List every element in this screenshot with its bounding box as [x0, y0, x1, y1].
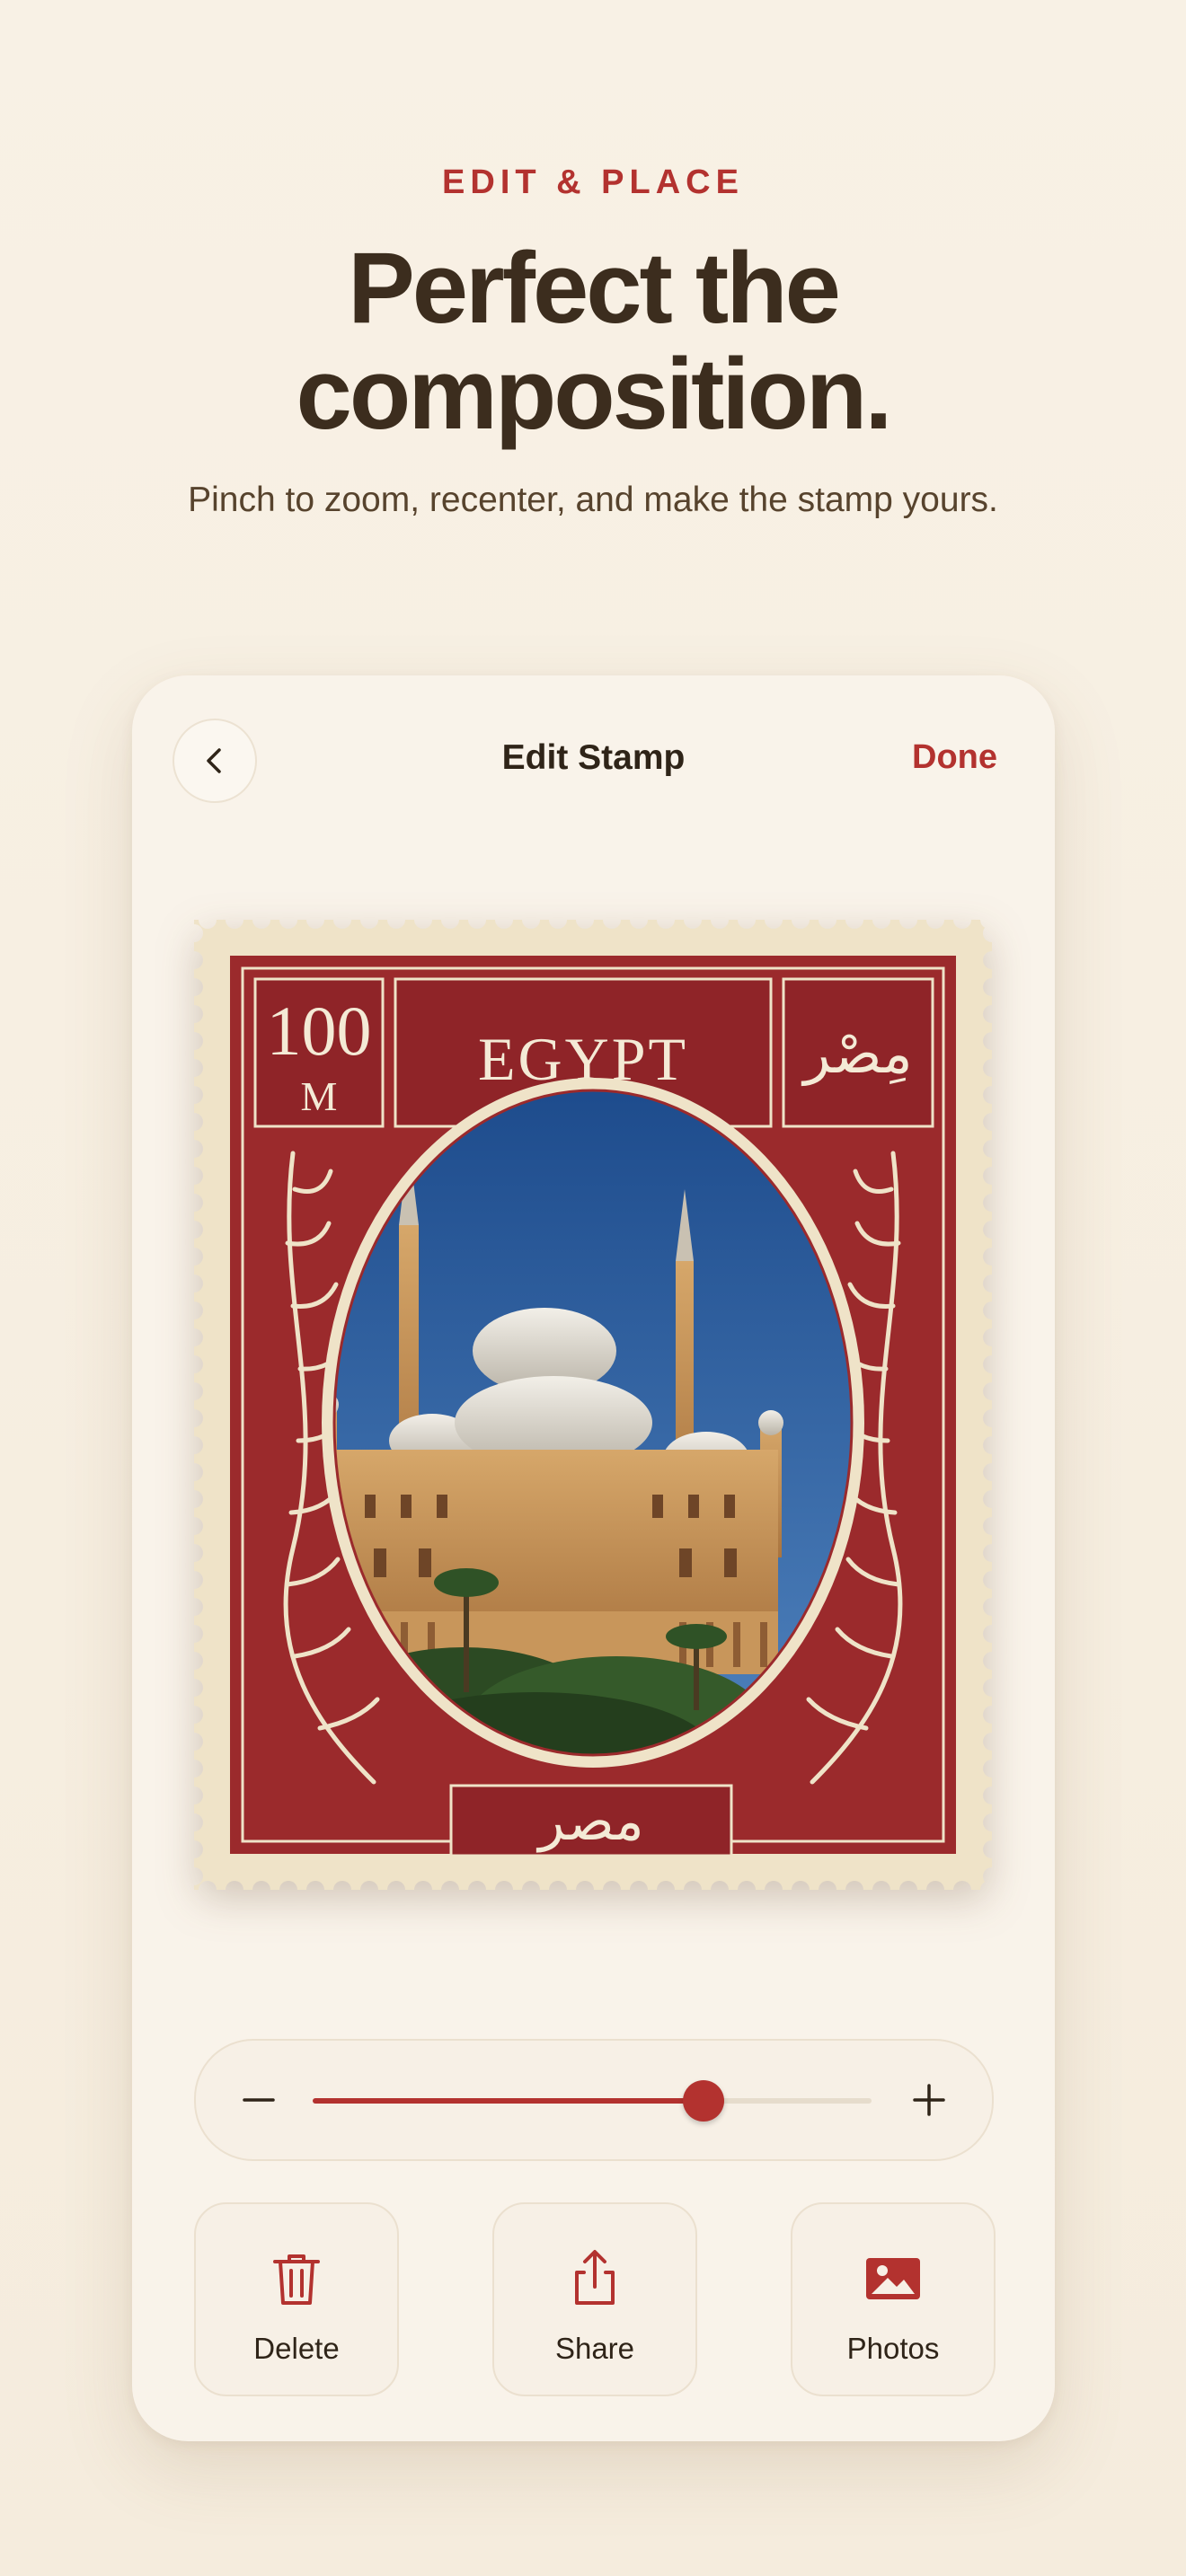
done-button[interactable]: Done [912, 738, 997, 777]
screen: EDIT & PLACE Perfect the composition. Pi… [0, 0, 1186, 2576]
zoom-thumb[interactable] [683, 2080, 725, 2122]
share-button[interactable]: Share [492, 2202, 697, 2396]
share-label: Share [554, 2332, 635, 2365]
headline-line-2: composition. [296, 338, 893, 450]
zoom-control [194, 2039, 994, 2161]
stamp-canvas[interactable]: 100 M EGYPT مِصْر مصر [194, 920, 992, 1890]
edit-stamp-card: Edit Stamp Done 100 M EGYPT مِصْر مصر De… [132, 675, 1055, 2441]
zoom-track-fill [313, 2098, 704, 2104]
photos-button[interactable]: Photos [791, 2202, 996, 2396]
minus-icon[interactable] [239, 2080, 279, 2120]
headline-line-1: Perfect the [348, 232, 841, 344]
photos-label: Photos [846, 2332, 940, 2365]
eyebrow-label: EDIT & PLACE [442, 163, 744, 201]
arabic-bottom-text: مصر [535, 1790, 643, 1853]
share-icon [575, 2250, 615, 2305]
photos-icon [866, 2258, 920, 2299]
trash-icon [273, 2254, 320, 2305]
headline: Perfect the composition. [0, 235, 1186, 447]
zoom-track[interactable] [313, 2080, 872, 2122]
delete-label: Delete [253, 2332, 340, 2365]
delete-button[interactable]: Delete [194, 2202, 399, 2396]
plus-icon[interactable] [909, 2080, 949, 2120]
subheadline: Pinch to zoom, recenter, and make the st… [188, 481, 998, 519]
denomination-value: 100 [267, 992, 372, 1070]
arabic-corner-text: مِصْر [801, 1020, 912, 1087]
denomination-unit: M [301, 1073, 338, 1119]
